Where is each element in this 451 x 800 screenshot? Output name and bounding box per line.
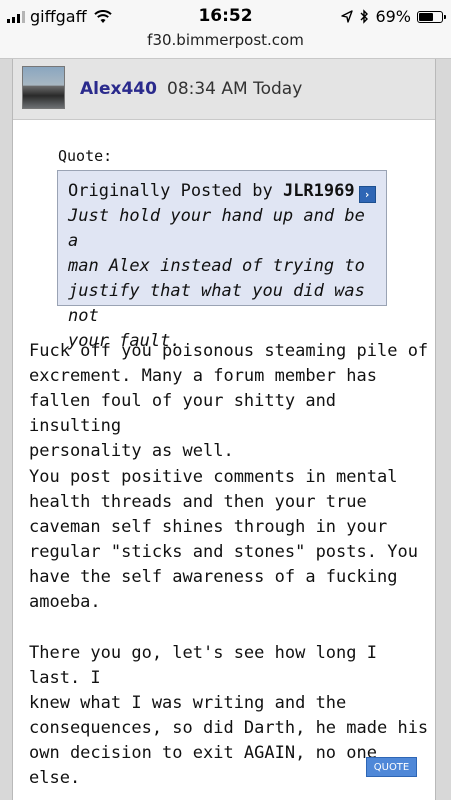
username-link[interactable]: Alex440 <box>80 79 157 99</box>
post-card: Alex440 08:34 AM Today Quote: Originally… <box>12 59 436 800</box>
text-line: excrement. Many a forum member has <box>29 366 377 386</box>
post-header: Alex440 08:34 AM Today <box>13 59 435 120</box>
view-post-arrow-icon[interactable]: › <box>358 186 376 203</box>
text-line: regular "sticks and stones" posts. You <box>29 542 418 562</box>
quote-line: man Alex instead of trying to <box>68 256 365 276</box>
text-line: caveman self shines through in your <box>29 517 388 537</box>
battery-percent: 69% <box>375 7 411 26</box>
post-timestamp: 08:34 AM Today <box>167 79 303 99</box>
location-arrow-icon <box>341 9 354 23</box>
text-line: Fuck off you poisonous steaming pile of <box>29 341 429 361</box>
text-line: amoeba. <box>29 592 101 612</box>
quote-block: Originally Posted by JLR1969 › Just hold … <box>57 170 387 351</box>
quote-text: Just hold your hand up and be a man Alex… <box>68 204 376 354</box>
text-line: personality as well. <box>29 441 234 461</box>
avatar[interactable] <box>22 66 65 109</box>
battery-icon <box>417 10 446 23</box>
post-paragraph: You post positive comments in mental hea… <box>29 465 429 615</box>
bluetooth-icon <box>360 9 369 24</box>
quote-line: Just hold your hand up and be a <box>68 206 365 251</box>
quote-button[interactable]: QUOTE <box>366 757 417 777</box>
text-line: knew what I was writing and the <box>29 693 347 713</box>
quote-author: JLR1969 <box>282 181 355 201</box>
text-line: You post positive comments in mental <box>29 467 398 487</box>
page-url[interactable]: f30.bimmerpost.com <box>0 31 451 49</box>
quote-attribution: Originally Posted by JLR1969 › <box>68 179 376 204</box>
quote-line: justify that what you did was not <box>68 281 365 326</box>
quote-label: Quote: <box>58 147 113 165</box>
text-line: have the self awareness of a fucking <box>29 567 398 587</box>
originally-posted-by: Originally Posted by <box>68 181 273 201</box>
status-bar: giffgaff 16:52 69% f30.bimmerpost.com <box>0 0 451 59</box>
post-paragraph: Fuck off you poisonous steaming pile of … <box>29 339 429 464</box>
text-line: fallen foul of your shitty and insulting <box>29 391 337 436</box>
status-right: 69% <box>341 7 446 26</box>
text-line: There you go, let's see how long I last.… <box>29 643 377 688</box>
text-line: health threads and then your true <box>29 492 367 512</box>
text-line: consequences, so did Darth, he made his <box>29 718 429 738</box>
